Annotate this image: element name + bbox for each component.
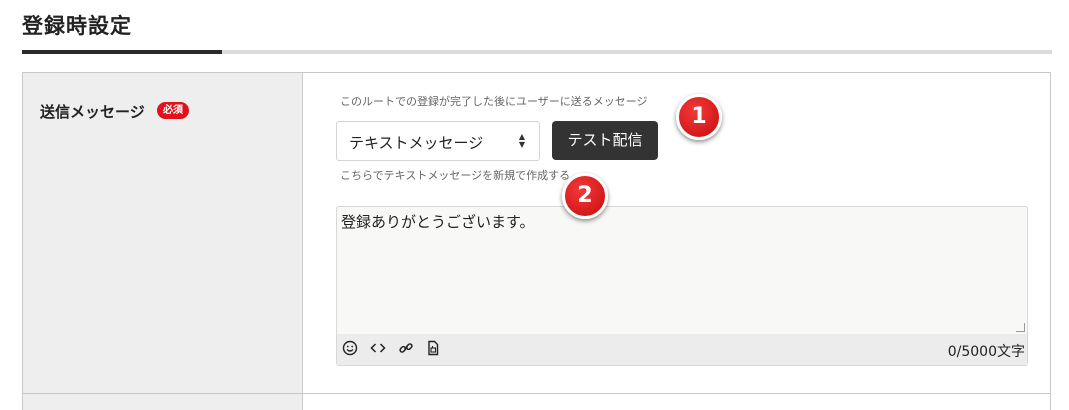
emoji-icon[interactable] [341,340,359,358]
section-underline [22,50,1052,54]
char-count: 0/5000文字 [947,344,1025,360]
message-type-value: テキストメッセージ [349,134,484,152]
link-icon[interactable] [397,340,415,358]
form-table: 送信メッセージ 必須 このルートでの登録が完了した後にユーザーに送るメッセージ … [22,72,1051,410]
section-title: 登録時設定 [22,14,132,38]
file-icon[interactable] [424,340,442,358]
message-text[interactable]: 登録ありがとうございます。 [341,211,535,232]
select-arrows-icon: ▲ ▼ [518,132,525,149]
next-row-label-cell [23,394,303,410]
field-label: 送信メッセージ [40,103,145,121]
label-cell: 送信メッセージ 必須 [23,73,303,393]
callout-badge-2: 2 [562,173,608,219]
message-toolbar: 0/5000文字 [337,334,1027,365]
message-type-select[interactable]: テキストメッセージ ▲ ▼ [336,121,540,161]
hint-bottom: こちらでテキストメッセージを新規で作成する [340,169,571,182]
hint-top: このルートでの登録が完了した後にユーザーに送るメッセージ [340,95,648,108]
settings-page: 登録時設定 送信メッセージ 必須 このルートでの登録が完了した後にユーザーに送る… [0,0,1069,410]
callout-badge-1: 1 [676,94,722,140]
section-underline-active [22,50,222,54]
code-icon[interactable] [369,340,387,358]
resize-handle[interactable] [1016,323,1025,332]
required-badge: 必須 [157,102,189,119]
message-textarea[interactable]: 登録ありがとうございます。 0/5000文字 [336,206,1028,366]
test-send-button[interactable]: テスト配信 [552,121,658,160]
